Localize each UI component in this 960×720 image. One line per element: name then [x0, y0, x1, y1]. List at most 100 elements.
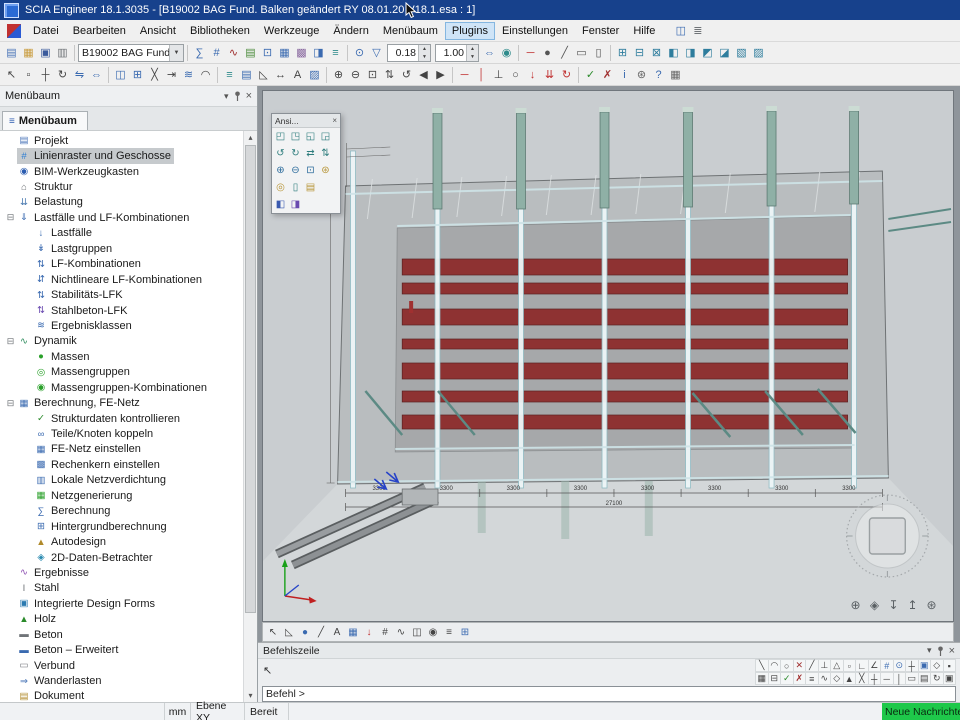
filter-icon[interactable]: ▽: [368, 44, 385, 61]
menu-bibliotheken[interactable]: Bibliotheken: [183, 22, 257, 40]
tree-item-hintergrundberechnung[interactable]: ⊞Hintergrundberechnung: [0, 519, 244, 534]
pin-icon[interactable]: [234, 91, 241, 101]
tree-item-projekt[interactable]: ▤Projekt: [0, 133, 244, 148]
snap-midpoint-icon[interactable]: △: [830, 659, 844, 672]
snap-cross-icon[interactable]: ✕: [793, 659, 807, 672]
picture-icon[interactable]: ◨: [310, 44, 327, 61]
view-front-icon[interactable]: ⊟: [631, 44, 648, 61]
scroll-down-icon[interactable]: ▾: [244, 689, 257, 702]
stepper-buttons[interactable]: ▲▼: [418, 45, 430, 61]
layers-display-icon[interactable]: ≡: [441, 624, 457, 640]
chevron-down-icon[interactable]: ▾: [927, 645, 932, 656]
tree-item-lastgruppen[interactable]: ↡Lastgruppen: [0, 241, 244, 256]
command-input[interactable]: Befehl >: [262, 686, 956, 702]
ortho-icon[interactable]: ∟: [855, 659, 869, 672]
line-red-icon[interactable]: ─: [522, 44, 539, 61]
delete-icon[interactable]: ✗: [599, 66, 616, 83]
point-load-icon[interactable]: ↓: [524, 66, 541, 83]
zoom-corner-icon[interactable]: ⊕: [846, 597, 865, 613]
spin-down-icon[interactable]: ▼: [419, 53, 430, 61]
view-axo-icon[interactable]: ◲: [318, 129, 333, 144]
snap-grid-icon[interactable]: ▦: [755, 672, 769, 685]
table-icon[interactable]: ▦: [667, 66, 684, 83]
results-icon[interactable]: ∿: [225, 44, 242, 61]
tree-item-nichtlineare-lf-kombinationen[interactable]: ⇵Nichtlineare LF-Kombinationen: [0, 272, 244, 287]
snap-circle-icon[interactable]: ○: [780, 659, 794, 672]
tracking-icon[interactable]: ┼: [905, 659, 919, 672]
new-project-icon[interactable]: ▤: [3, 44, 20, 61]
calculator-icon[interactable]: ∑: [191, 44, 208, 61]
select-box-icon[interactable]: ▫: [20, 66, 37, 83]
snap-diagonal-icon[interactable]: ╱: [805, 659, 819, 672]
tree-item-dynamik[interactable]: ⊟∿Dynamik: [0, 334, 244, 349]
tree-item-rechenkern-einstellen[interactable]: ▩Rechenkern einstellen: [0, 457, 244, 472]
clip-box-icon[interactable]: ◩: [699, 44, 716, 61]
cross-icon[interactable]: ╳: [855, 672, 869, 685]
table-edit-icon[interactable]: ▦: [276, 44, 293, 61]
filter-layers-icon[interactable]: ▤: [918, 672, 932, 685]
settings-icon[interactable]: ⊛: [633, 66, 650, 83]
opening-icon[interactable]: ▯: [590, 44, 607, 61]
tree-item-verbund[interactable]: ▭Verbund: [0, 658, 244, 673]
tree-item-berechnung-fe-netz[interactable]: ⊟▦Berechnung, FE-Netz: [0, 395, 244, 410]
opacity-stepper[interactable]: 0.18 ▲▼: [387, 44, 431, 62]
vline-icon[interactable]: │: [893, 672, 907, 685]
tree-item-bim-werkzeugkasten[interactable]: ◉BIM-Werkzeugkasten: [0, 164, 244, 179]
menu-plugins[interactable]: Plugins: [445, 22, 495, 40]
view-iso-icon[interactable]: ◧: [665, 44, 682, 61]
info-icon[interactable]: i: [616, 66, 633, 83]
spin-up-icon[interactable]: ▲: [467, 45, 478, 53]
osnap-icon[interactable]: ⊙: [893, 659, 907, 672]
pan-icon[interactable]: ⇅: [381, 66, 398, 83]
chevron-down-icon[interactable]: ▾: [224, 91, 229, 102]
menu-bearbeiten[interactable]: Bearbeiten: [66, 22, 133, 40]
close-icon[interactable]: ×: [949, 645, 955, 657]
select-icon[interactable]: ↖: [3, 66, 20, 83]
snap-endpoint-icon[interactable]: ▫: [843, 659, 857, 672]
sections-icon[interactable]: ◫: [409, 624, 425, 640]
member-display-icon[interactable]: ╱: [313, 624, 329, 640]
pointer-mode-icon[interactable]: ↖: [263, 664, 272, 677]
pan-v-icon[interactable]: ⇅: [318, 146, 333, 161]
fillet-icon[interactable]: ◠: [197, 66, 214, 83]
offset-icon[interactable]: ≋: [180, 66, 197, 83]
tree-item-lastfälle-und-lf-kombinationen[interactable]: ⊟⇓Lastfälle und LF-Kombinationen: [0, 210, 244, 225]
refresh-icon[interactable]: ↻: [930, 672, 944, 685]
tree-item-massengruppen[interactable]: ◎Massengruppen: [0, 365, 244, 380]
tree-collapse-icon[interactable]: ⊟: [4, 398, 17, 409]
tree-item-belastung[interactable]: ⇊Belastung: [0, 195, 244, 210]
float-panel-header[interactable]: Ansi... ×: [272, 114, 340, 128]
mesh-icon[interactable]: #: [208, 44, 225, 61]
menu-datei[interactable]: Datei: [26, 22, 66, 40]
pan-h-icon[interactable]: ⇄: [303, 146, 318, 161]
zoom-out-icon[interactable]: ⊖: [347, 66, 364, 83]
menu-hilfe[interactable]: Hilfe: [626, 22, 662, 40]
zoom-in-icon[interactable]: ⊕: [273, 163, 288, 178]
snap-quadrant-icon[interactable]: ◇: [930, 659, 944, 672]
tree-item-holz[interactable]: ▲Holz: [0, 612, 244, 627]
rotate-right-icon[interactable]: ↻: [288, 146, 303, 161]
cancel-icon[interactable]: ✗: [793, 672, 807, 685]
hidden-line-icon[interactable]: ▨: [750, 44, 767, 61]
activity-icon[interactable]: ⊙: [351, 44, 368, 61]
grid-display-icon[interactable]: ⊞: [457, 624, 473, 640]
tree-item-linienraster-und-geschosse[interactable]: #Linienraster und Geschosse: [0, 148, 244, 163]
stretch-icon[interactable]: ⇔: [88, 66, 105, 83]
toolbar-config-icon[interactable]: ◫: [672, 22, 689, 39]
mirror-icon[interactable]: ⇋: [71, 66, 88, 83]
scroll-up-icon[interactable]: ▴: [244, 131, 257, 144]
tree-item-ergebnisse[interactable]: ∿Ergebnisse: [0, 565, 244, 580]
crosshair-icon[interactable]: ┼: [868, 672, 882, 685]
list-icon[interactable]: ≡: [805, 672, 819, 685]
tree-item-2d-daten-betrachter[interactable]: ◈2D-Daten-Betrachter: [0, 550, 244, 565]
snap-arc-icon[interactable]: ◠: [768, 659, 782, 672]
tree-item-autodesign[interactable]: ▲Autodesign: [0, 534, 244, 549]
tree-item-lokale-netzverdichtung[interactable]: ▥Lokale Netzverdichtung: [0, 473, 244, 488]
tree-item-stahl[interactable]: IStahl: [0, 581, 244, 596]
tree-item-integrierte-design-forms[interactable]: ▣Integrierte Design Forms: [0, 596, 244, 611]
next-view-icon[interactable]: ▶: [432, 66, 449, 83]
move-icon[interactable]: ┼: [37, 66, 54, 83]
layer-a-icon[interactable]: ◧: [273, 197, 288, 212]
grid-snap-icon[interactable]: #: [880, 659, 894, 672]
tree-item-teile-knoten-koppeln[interactable]: ∞Teile/Knoten koppeln: [0, 426, 244, 441]
